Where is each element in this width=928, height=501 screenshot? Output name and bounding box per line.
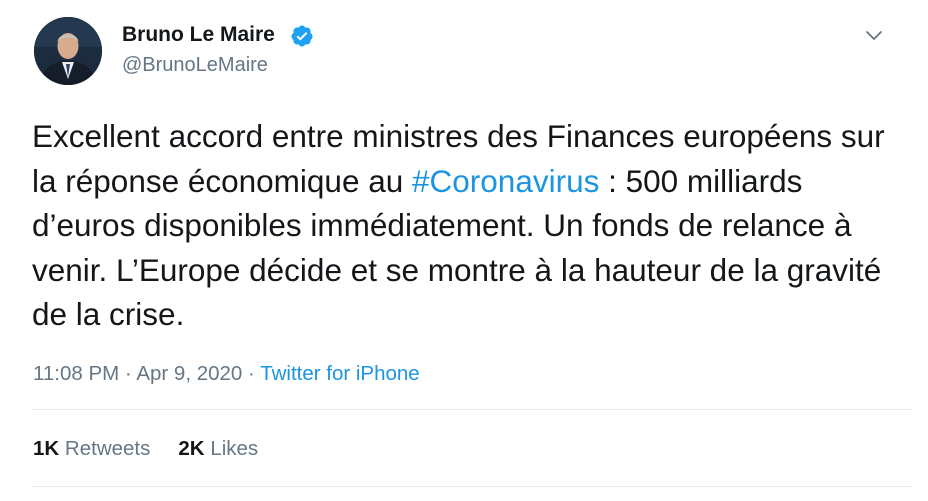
retweets-stat[interactable]: 1K Retweets [33,437,150,461]
likes-stat[interactable]: 2K Likes [178,437,258,461]
tweet-metadata: 11:08 PM · Apr 9, 2020 · Twitter for iPh… [33,362,420,386]
author-name[interactable]: Bruno Le Maire [122,23,275,47]
tweet-card: Bruno Le Maire @BrunoLeMaire Excellent a… [0,0,928,501]
divider [32,409,912,410]
chevron-down-icon[interactable] [863,24,885,46]
profile-photo [34,17,102,85]
tweet-time[interactable]: 11:08 PM [33,362,119,385]
tweet-stats: 1K Retweets 2K Likes [33,437,258,461]
retweets-label: Retweets [64,437,151,460]
retweets-count: 1K [33,437,60,460]
tweet-source-link[interactable]: Twitter for iPhone [260,362,420,385]
likes-label: Likes [210,437,259,460]
verified-badge-icon [291,25,313,47]
meta-separator: · [119,362,137,385]
author-handle[interactable]: @BrunoLeMaire [122,54,268,77]
divider [32,486,912,487]
meta-separator: · [242,362,261,385]
author-avatar[interactable] [34,17,102,85]
tweet-text: Excellent accord entre ministres des Fin… [32,114,902,337]
tweet-date[interactable]: Apr 9, 2020 [136,362,242,385]
hashtag-link[interactable]: #Coronavirus [412,163,599,199]
likes-count: 2K [178,437,205,460]
